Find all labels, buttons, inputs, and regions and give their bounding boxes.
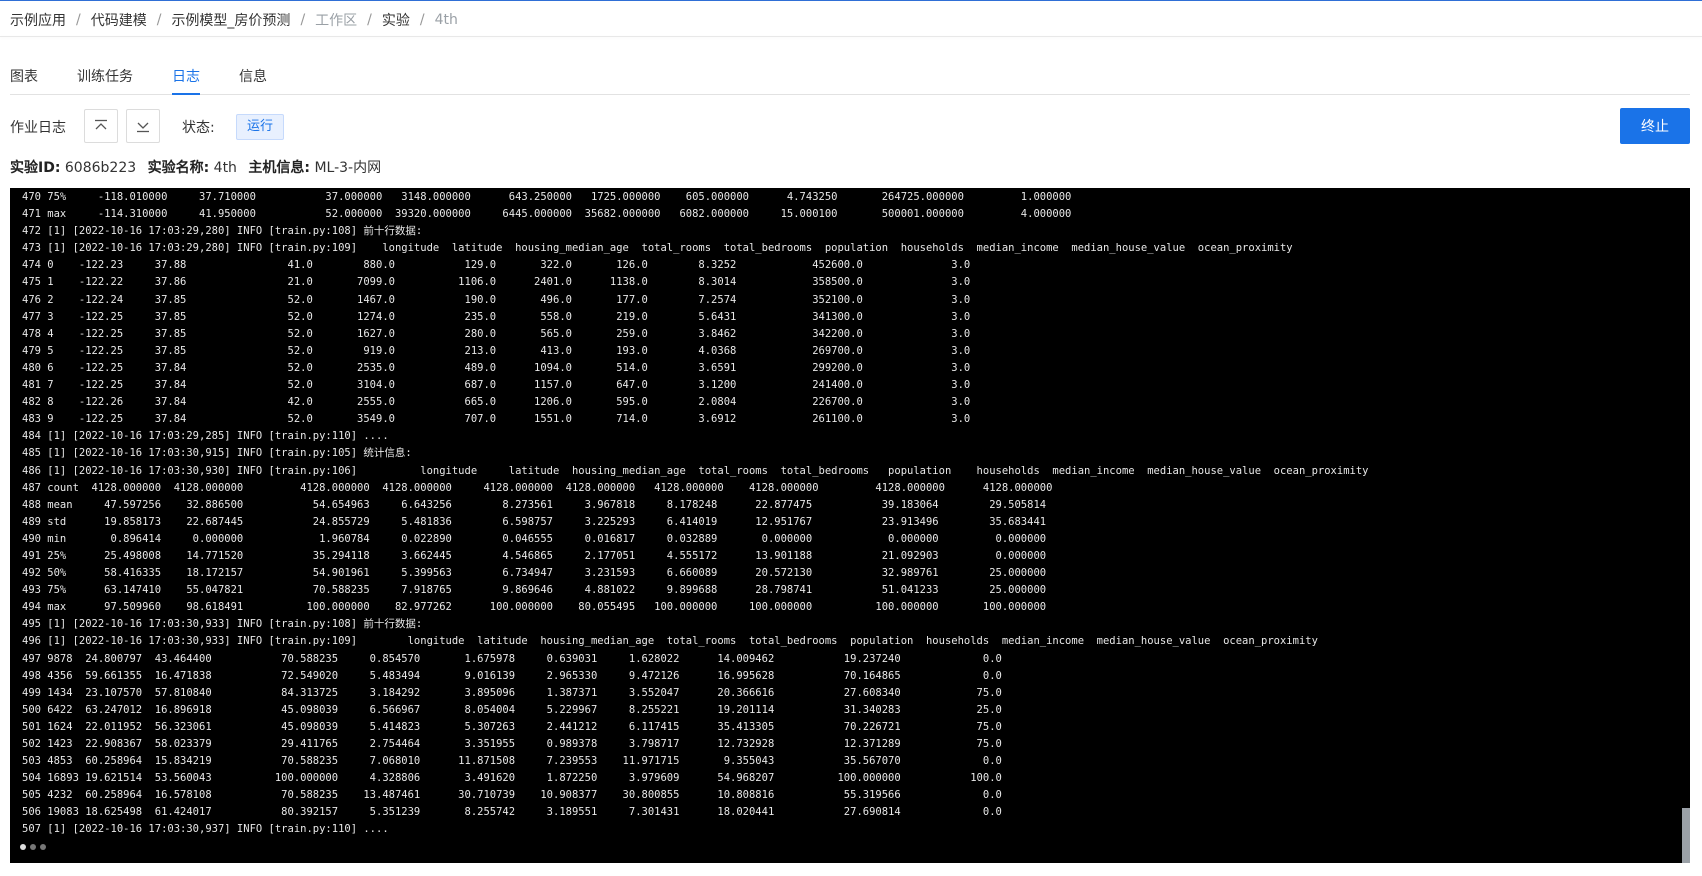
log-line: 505 4232 60.258964 16.578108 70.588235 1… xyxy=(22,789,1002,802)
log-toolbar: 作业日志 状态: 运行 终止 xyxy=(10,108,1690,144)
log-line: 500 6422 63.247012 16.896918 45.098039 6… xyxy=(22,703,1002,716)
log-line: 481 7 -122.25 37.84 52.0 3104.0 687.0 11… xyxy=(22,379,971,392)
log-line: 499 1434 23.107570 57.810840 84.313725 3… xyxy=(22,686,1002,699)
log-line: 477 3 -122.25 37.85 52.0 1274.0 235.0 55… xyxy=(22,310,971,323)
scroll-to-top-button[interactable] xyxy=(84,109,118,143)
log-line: 503 4853 60.258964 15.834219 70.588235 7… xyxy=(22,755,1002,768)
tab-info[interactable]: 信息 xyxy=(239,58,267,94)
log-output: 470 75% -118.010000 37.710000 37.000000 … xyxy=(22,189,1369,839)
log-line: 483 9 -122.25 37.84 52.0 3549.0 707.0 15… xyxy=(22,413,971,426)
job-log-label: 作业日志 xyxy=(10,120,66,136)
log-line: 485 [1] [2022-10-16 17:03:30,915] INFO [… xyxy=(22,447,412,460)
log-line: 492 50% 58.416335 18.172157 54.901961 5.… xyxy=(22,567,1047,580)
experiment-name-value: 4th xyxy=(213,160,237,176)
tab-bar: 图表 训练任务 日志 信息 xyxy=(10,58,1690,95)
console-scrollbar-thumb[interactable] xyxy=(1682,808,1690,863)
breadcrumb-separator: / xyxy=(300,12,306,28)
status-badge: 运行 xyxy=(236,114,285,140)
log-line: 478 4 -122.25 37.85 52.0 1627.0 280.0 56… xyxy=(22,327,971,340)
breadcrumb-item: 工作区 xyxy=(315,13,358,29)
breadcrumb: 示例应用 / 代码建模 / 示例模型_房价预测 / 工作区 / 实验 / 4th xyxy=(10,10,458,30)
log-console[interactable]: 470 75% -118.010000 37.710000 37.000000 … xyxy=(10,188,1690,863)
log-line: 484 [1] [2022-10-16 17:03:29,285] INFO [… xyxy=(22,430,389,443)
host-info-value: ML-3-内网 xyxy=(314,160,382,176)
log-line: 498 4356 59.661355 16.471838 72.549020 5… xyxy=(22,669,1002,682)
host-info-label: 主机信息: xyxy=(248,160,310,176)
experiment-name-label: 实验名称: xyxy=(147,160,210,176)
breadcrumb-separator: / xyxy=(419,12,425,28)
log-line: 482 8 -122.26 37.84 42.0 2555.0 665.0 12… xyxy=(22,396,971,409)
log-line: 491 25% 25.498008 14.771520 35.294118 3.… xyxy=(22,549,1047,562)
log-line: 474 0 -122.23 37.88 41.0 880.0 129.0 322… xyxy=(22,259,971,272)
breadcrumb-separator: / xyxy=(367,12,372,28)
breadcrumb-item: 4th xyxy=(434,12,458,28)
tab-charts[interactable]: 图表 xyxy=(10,58,38,94)
breadcrumb-separator: / xyxy=(76,12,81,28)
log-line: 506 19083 18.625498 61.424017 80.392157 … xyxy=(22,806,1002,819)
status-label: 状态: xyxy=(182,120,215,136)
loading-dot xyxy=(40,844,46,850)
log-line: 472 [1] [2022-10-16 17:03:29,280] INFO [… xyxy=(22,225,423,238)
log-line: 476 2 -122.24 37.85 52.0 1467.0 190.0 49… xyxy=(22,293,971,306)
loading-dot xyxy=(30,844,36,850)
scroll-to-bottom-button[interactable] xyxy=(126,109,160,143)
log-line: 489 std 19.858173 22.687445 24.855729 5.… xyxy=(22,515,1047,528)
tab-training-tasks[interactable]: 训练任务 xyxy=(77,58,133,94)
header-divider xyxy=(0,36,1702,37)
breadcrumb-item[interactable]: 示例模型_房价预测 xyxy=(171,10,290,30)
log-line: 502 1423 22.908367 58.023379 29.411765 2… xyxy=(22,738,1002,750)
log-line: 475 1 -122.22 37.86 21.0 7099.0 1106.0 2… xyxy=(22,276,971,289)
log-line: 479 5 -122.25 37.85 52.0 919.0 213.0 413… xyxy=(22,344,971,357)
scroll-to-bottom-icon xyxy=(137,122,149,133)
loading-dots xyxy=(20,844,50,850)
log-line: 480 6 -122.25 37.84 52.0 2535.0 489.0 10… xyxy=(22,361,971,374)
experiment-id-value: 6086b223 xyxy=(64,160,137,176)
breadcrumb-item[interactable]: 代码建模 xyxy=(91,10,147,30)
top-accent-line xyxy=(0,0,1702,1)
log-line: 494 max 97.509960 98.618491 100.000000 8… xyxy=(22,601,1047,614)
loading-dot xyxy=(20,844,26,850)
log-line: 486 [1] [2022-10-16 17:03:30,930] INFO [… xyxy=(22,464,1369,477)
log-line: 497 9878 24.800797 43.464400 70.588235 0… xyxy=(22,652,1002,665)
tab-logs[interactable]: 日志 xyxy=(172,58,200,95)
log-line: 501 1624 22.011952 56.323061 45.098039 5… xyxy=(22,720,1002,733)
log-line: 495 [1] [2022-10-16 17:03:30,933] INFO [… xyxy=(22,618,423,631)
log-line: 504 16893 19.621514 53.560043 100.000000… xyxy=(22,772,1002,785)
log-line: 496 [1] [2022-10-16 17:03:30,933] INFO [… xyxy=(22,635,1318,648)
log-line: 488 mean 47.597256 32.886500 54.654963 6… xyxy=(22,498,1047,511)
breadcrumb-item[interactable]: 实验 xyxy=(382,10,410,30)
log-line: 487 count 4128.000000 4128.000000 4128.0… xyxy=(22,481,1053,494)
breadcrumb-separator: / xyxy=(156,12,162,28)
log-line: 471 max -114.310000 41.950000 52.000000 … xyxy=(22,208,1072,221)
log-line: 493 75% 63.147410 55.047821 70.588235 7.… xyxy=(22,584,1047,597)
stop-button[interactable]: 终止 xyxy=(1620,108,1690,144)
scroll-to-top-icon xyxy=(95,119,107,130)
log-line: 490 min 0.896414 0.000000 1.960784 0.022… xyxy=(22,532,1047,545)
experiment-info: 实验ID: 6086b223 实验名称: 4th 主机信息: ML-3-内网 xyxy=(10,157,388,177)
log-line: 507 [1] [2022-10-16 17:03:30,937] INFO [… xyxy=(22,823,389,836)
log-line: 473 [1] [2022-10-16 17:03:29,280] INFO [… xyxy=(22,242,1293,255)
log-line: 470 75% -118.010000 37.710000 37.000000 … xyxy=(22,191,1072,203)
experiment-id-label: 实验ID: xyxy=(10,160,61,176)
breadcrumb-item[interactable]: 示例应用 xyxy=(10,10,66,30)
